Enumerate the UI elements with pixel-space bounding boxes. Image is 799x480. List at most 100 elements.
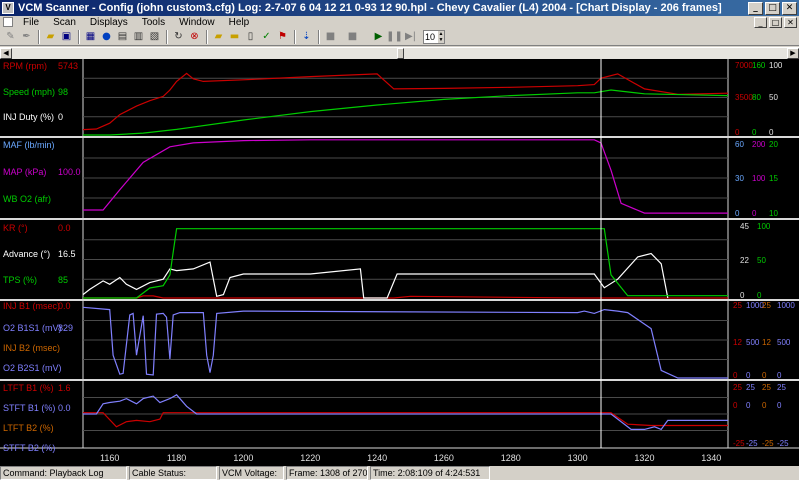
menu-scan[interactable]: Scan (46, 17, 83, 28)
y-axis-label: 10 (769, 209, 778, 218)
step-icon[interactable]: ▶| (403, 30, 418, 44)
spin-arrows-icon[interactable]: ▲ ▼ (438, 30, 444, 43)
y-axis-label: 22 (740, 256, 749, 265)
scrollbar-thumb[interactable] (397, 48, 404, 59)
download-arrow-icon[interactable]: ⇣ (299, 30, 314, 44)
menu-displays[interactable]: Displays (83, 17, 135, 28)
save-icon[interactable]: ▣ (59, 30, 74, 44)
child-minimize-button[interactable]: _ (754, 16, 767, 28)
series-value: 0.0 (58, 301, 71, 311)
y-axis-label: 200 (752, 140, 766, 149)
y-axis-label: 45 (740, 222, 749, 231)
y-axis-label: 25 (762, 301, 771, 310)
y-axis-label: 12 (762, 338, 771, 347)
stop-icon[interactable]: ⊗ (187, 30, 202, 44)
y-axis-label: -25 (733, 439, 745, 448)
horizontal-scrollbar[interactable]: ◀ ▶ (0, 47, 799, 59)
x-tick-label: 1320 (634, 453, 654, 463)
panel-divider (0, 136, 799, 138)
toolbar: ✎ ✒ ▰ ▣ ▦ ● ▤ ▥ ▧ ↻ ⊗ ▰ ▬ ▯ ✓ ⚑ ⇣ ■ ■ ▶ … (0, 28, 799, 46)
series-label: RPM (rpm) (3, 61, 47, 71)
pause-icon[interactable]: ❚❚ (386, 30, 403, 44)
x-tick-label: 1160 (100, 453, 119, 463)
pen-icon[interactable]: ✒ (19, 30, 34, 44)
series-label: INJ B2 (msec) (3, 343, 60, 353)
table-icon[interactable]: ▤ (115, 30, 130, 44)
playback-speed-value: 10 (425, 31, 436, 42)
y-axis-label: -25 (762, 439, 774, 448)
scroll-left-arrow-icon[interactable]: ◀ (0, 48, 12, 59)
series-label: MAP (kPa) (3, 167, 46, 177)
folder-icon[interactable]: ▬ (227, 30, 242, 44)
series-value: 16.5 (58, 249, 76, 259)
playback-speed-stepper[interactable]: 10 ▲ ▼ (423, 29, 445, 44)
y-axis-label: -25 (746, 439, 758, 448)
y-axis-label: 0 (777, 401, 782, 410)
y-axis-label: 500 (777, 338, 791, 347)
title-bar: V VCM Scanner - Config (john custom3.cfg… (0, 0, 799, 16)
status-command: Command: Playback Log (0, 466, 127, 480)
series-label: WB O2 (afr) (3, 194, 51, 204)
menu-tools[interactable]: Tools (135, 17, 172, 28)
series-label: STFT B1 (%) (3, 403, 55, 413)
vcm-icon[interactable]: ▧ (147, 30, 162, 44)
flag-icon[interactable]: ⚑ (275, 30, 290, 44)
y-axis-label: 100 (757, 222, 771, 231)
series-label: LTFT B1 (%) (3, 383, 54, 393)
globe-icon[interactable]: ● (99, 30, 114, 44)
y-axis-label: 0 (733, 401, 738, 410)
y-axis-label: 0 (752, 128, 757, 137)
panel-divider (0, 379, 799, 381)
series-label: O2 B2S1 (mV) (3, 363, 62, 373)
series-value: 98 (58, 87, 68, 97)
refresh-icon[interactable]: ↻ (171, 30, 186, 44)
y-axis-label: 160 (752, 61, 766, 70)
menu-help[interactable]: Help (222, 17, 257, 28)
file-icon[interactable]: ▯ (243, 30, 258, 44)
x-tick-label: 1220 (300, 453, 320, 463)
document-icon[interactable] (3, 17, 13, 27)
x-tick-label: 1300 (568, 453, 588, 463)
folder-open-icon[interactable]: ▰ (211, 30, 226, 44)
y-axis-label: 0 (757, 291, 762, 300)
y-axis-label: 25 (777, 383, 786, 392)
y-axis-label: 15 (769, 174, 778, 183)
record-icon[interactable]: ■ (345, 30, 360, 44)
menu-window[interactable]: Window (172, 17, 222, 28)
y-axis-label: 1000 (777, 301, 795, 310)
stop-square-icon[interactable]: ■ (323, 30, 338, 44)
panel-divider (0, 299, 799, 301)
series-label: TPS (%) (3, 275, 37, 285)
table-alt-icon[interactable]: ▥ (131, 30, 146, 44)
close-button[interactable]: ✕ (782, 1, 797, 15)
scroll-right-arrow-icon[interactable]: ▶ (787, 48, 799, 59)
y-axis-label: 50 (757, 256, 766, 265)
maximize-button[interactable]: □ (765, 1, 780, 15)
play-icon[interactable]: ▶ (371, 30, 386, 44)
status-vcm-voltage: VCM Voltage: (219, 466, 284, 480)
y-axis-label: 0 (733, 371, 738, 380)
chart-display[interactable]: 1160 1180 1200 1220 1240 1260 1280 1300 1320 1340… (0, 59, 799, 466)
grid-icon[interactable]: ▦ (83, 30, 98, 44)
minimize-button[interactable]: _ (748, 1, 763, 15)
checkmark-file-icon[interactable]: ✓ (259, 30, 274, 44)
app-icon: V (2, 2, 14, 14)
series-label: O2 B1S1 (mV) (3, 323, 62, 333)
pencil-icon[interactable]: ✎ (3, 30, 18, 44)
child-close-button[interactable]: ✕ (784, 16, 797, 28)
x-tick-label: 1340 (701, 453, 721, 463)
y-axis-label: -25 (777, 439, 789, 448)
y-axis-label: 25 (733, 383, 742, 392)
x-tick-label: 1260 (434, 453, 454, 463)
child-restore-button[interactable]: □ (769, 16, 782, 28)
y-axis-label: 0 (752, 209, 757, 218)
series-label: KR (°) (3, 223, 28, 233)
open-folder-icon[interactable]: ▰ (43, 30, 58, 44)
menu-file[interactable]: File (16, 17, 46, 28)
y-axis-label: 25 (746, 383, 755, 392)
y-axis-label: 0 (762, 401, 767, 410)
status-frame: Frame: 1308 of 2708 (286, 466, 368, 480)
y-axis-label: 0 (769, 128, 774, 137)
status-cable: Cable Status: (129, 466, 217, 480)
y-axis-label: 0 (746, 371, 751, 380)
